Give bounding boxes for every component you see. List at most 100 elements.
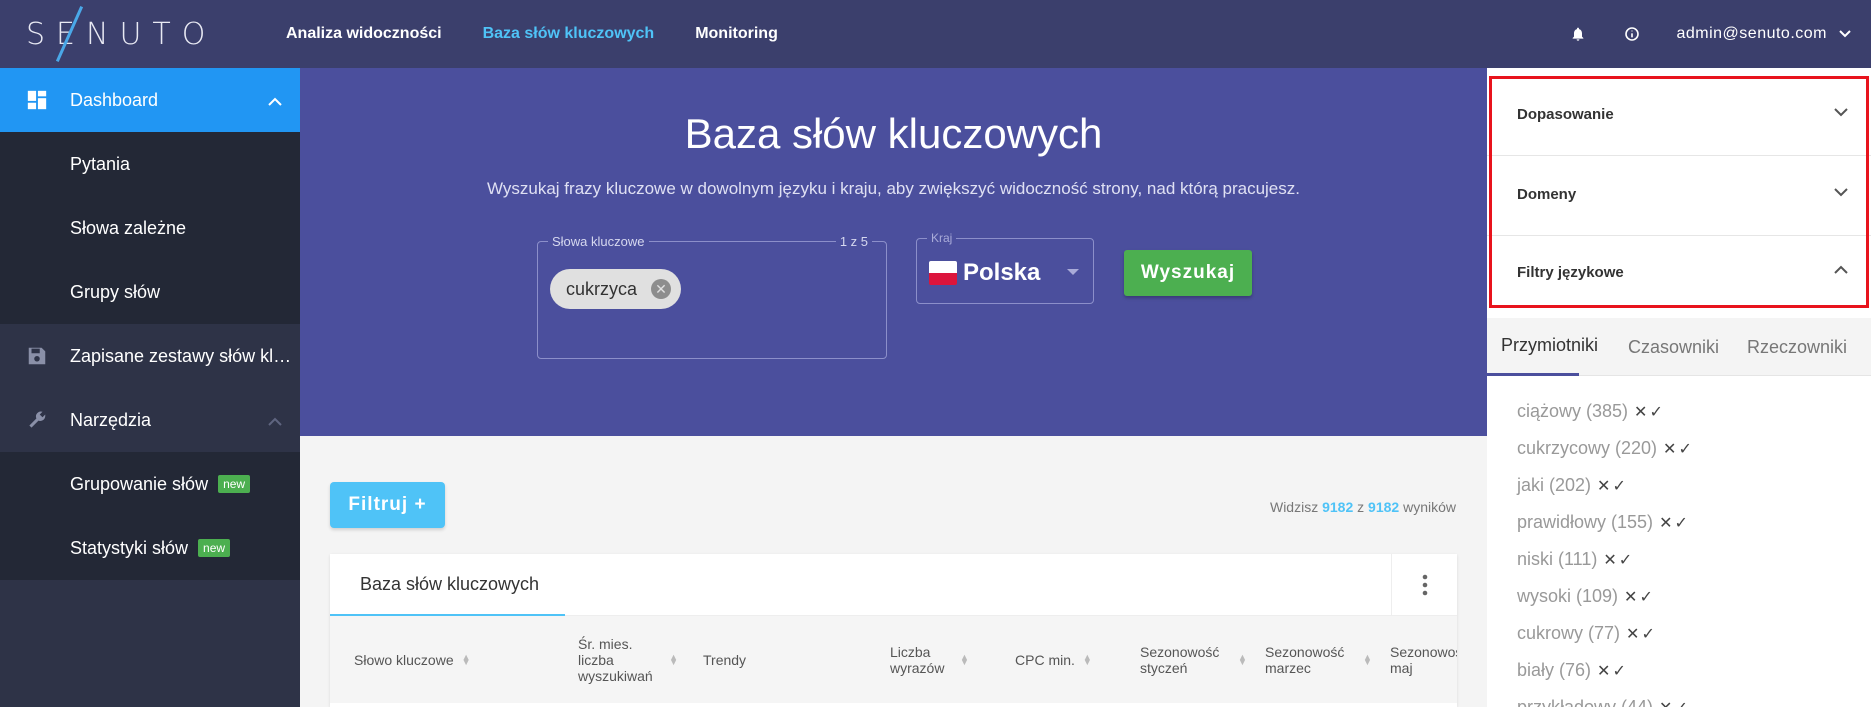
list-item: wysoki (109) ✕ ✓	[1487, 578, 1871, 615]
chevron-up-icon[interactable]	[268, 90, 282, 111]
user-account-menu[interactable]: admin@senuto.com	[1676, 25, 1827, 43]
filters-panel: Dopasowanie Domeny Filtry językowe Przym…	[1487, 68, 1871, 707]
column-label: Sezonowość marzec	[1265, 643, 1345, 676]
exclude-icon[interactable]: ✕	[1597, 661, 1610, 681]
new-badge: new	[198, 538, 231, 557]
search-hero: Baza słów kluczowych Wyszukaj frazy kluc…	[300, 68, 1487, 436]
exclude-icon[interactable]: ✕	[1663, 439, 1676, 459]
top-bar: SENUTO Analiza widoczności Baza słów klu…	[0, 0, 1871, 68]
nav-monitoring[interactable]: Monitoring	[695, 25, 778, 43]
country-label: Kraj	[927, 231, 957, 245]
include-icon[interactable]: ✓	[1649, 402, 1662, 422]
tab-baza-slow-kluczowych[interactable]: Baza słów kluczowych	[330, 554, 565, 616]
nav-analiza-widocznosci[interactable]: Analiza widoczności	[286, 25, 442, 43]
tab-label: Czasowniki	[1628, 336, 1720, 357]
sidebar-item-label: Statystyki słów new	[70, 538, 296, 559]
poland-flag-icon	[929, 261, 957, 285]
country-select[interactable]: Kraj Polska	[916, 231, 1094, 304]
column-label: Słowo kluczowe	[354, 651, 454, 668]
exclude-icon[interactable]: ✕	[1603, 550, 1616, 570]
include-icon[interactable]: ✓	[1639, 587, 1652, 607]
tab-label: Rzeczowniki	[1747, 336, 1848, 357]
column-header[interactable]: Sezonowość marzec ▲ ▼	[1265, 616, 1375, 703]
results-total: 9182	[1368, 499, 1400, 515]
results-prefix: Widzisz	[1269, 499, 1319, 515]
chevron-down-icon[interactable]	[1839, 27, 1851, 41]
sidebar-item-label: Grupowanie słów new	[70, 474, 296, 495]
list-item: cukrowy (77) ✕ ✓	[1487, 615, 1871, 652]
include-icon[interactable]: ✓	[1674, 698, 1687, 707]
exclude-icon[interactable]: ✕	[1626, 624, 1639, 644]
include-icon[interactable]: ✓	[1612, 476, 1625, 496]
column-label: Sezonowość styczeń	[1140, 643, 1220, 676]
sort-icon: ▲ ▼	[960, 651, 969, 667]
search-button[interactable]: Wyszukaj	[1124, 250, 1252, 296]
include-icon[interactable]: ✓	[1619, 550, 1632, 570]
keywords-label: Słowa kluczowe	[548, 234, 649, 249]
word-label: biały (76)	[1517, 660, 1592, 680]
language-filter-tabs: Przymiotniki Czasowniki Rzeczowniki	[1487, 318, 1871, 376]
column-header[interactable]: Sezonowość styczeń ▲ ▼	[1140, 616, 1250, 703]
sidebar-item-label: Pytania	[70, 153, 131, 174]
top-right-controls: admin@senuto.com	[1568, 0, 1871, 68]
sidebar-item-slowa-zalezne[interactable]: Słowa zależne	[0, 196, 300, 260]
include-icon[interactable]: ✓	[1674, 513, 1687, 533]
sort-icon: ▲ ▼	[1082, 651, 1092, 667]
tab-rzeczowniki[interactable]: Rzeczowniki	[1747, 318, 1847, 376]
sort-icon: ▲ ▼	[1238, 651, 1247, 667]
word-label: jaki (202)	[1517, 475, 1592, 495]
sort-icon: ▲ ▼	[461, 651, 471, 667]
sidebar-item-label: Zapisane zestawy słów kluczowych	[70, 345, 296, 366]
dashboard-icon	[26, 89, 48, 111]
list-item: prawidłowy (155) ✕ ✓	[1487, 504, 1871, 541]
filter-button[interactable]: Filtruj +	[330, 482, 445, 528]
sidebar-item-grupowanie-slow[interactable]: Grupowanie słów new	[0, 452, 300, 516]
column-header[interactable]: Liczba wyrazów ▲ ▼	[890, 616, 970, 703]
tab-czasowniki[interactable]: Czasowniki	[1628, 318, 1719, 376]
exclude-icon[interactable]: ✕	[1659, 513, 1672, 533]
sidebar-item-label: Dashboard	[70, 89, 159, 110]
column-header[interactable]: CPC min. ▲ ▼	[1015, 616, 1092, 703]
list-item: biały (76) ✕ ✓	[1487, 652, 1871, 689]
list-item: przykładowy (44) ✕✓	[1487, 689, 1871, 707]
sidebar-item-grupy-slow[interactable]: Grupy słów	[0, 260, 300, 324]
nav-baza-slow-kluczowych[interactable]: Baza słów kluczowych	[483, 25, 655, 43]
column-header[interactable]: Sezonowość maj	[1390, 616, 1457, 703]
table-header: Słowo kluczowe ▲ ▼ Śr. mies. liczba wyszuk…	[330, 616, 1457, 703]
info-icon[interactable]	[1622, 24, 1642, 44]
column-header[interactable]: Słowo kluczowe ▲ ▼	[354, 616, 471, 703]
list-item: ciążowy (385) ✕ ✓	[1487, 393, 1871, 430]
exclude-icon[interactable]: ✕	[1634, 402, 1647, 422]
bell-icon[interactable]	[1568, 24, 1588, 44]
wrench-icon	[26, 409, 48, 431]
include-icon[interactable]: ✓	[1678, 439, 1691, 459]
tab-przymiotniki[interactable]: Przymiotniki	[1487, 318, 1598, 376]
remove-chip-icon[interactable]: ✕	[651, 279, 672, 299]
page-subtitle: Wyszukaj frazy kluczowe w dowolnym język…	[487, 179, 1300, 198]
list-item: niski (111) ✕ ✓	[1487, 541, 1871, 578]
results-suffix: wyników	[1403, 499, 1456, 515]
sidebar-item-pytania[interactable]: Pytania	[0, 132, 300, 196]
more-vert-icon[interactable]	[1391, 554, 1457, 616]
exclude-icon[interactable]: ✕	[1597, 476, 1610, 496]
column-header[interactable]: Śr. mies. liczba wyszukiwań ▲ ▼	[578, 616, 678, 703]
include-icon[interactable]: ✓	[1612, 661, 1625, 681]
sidebar-item-text: Grupowanie słów	[70, 473, 209, 494]
main-nav: Analiza widoczności Baza słów kluczowych…	[286, 0, 819, 68]
word-label: cukrowy (77)	[1517, 623, 1621, 643]
senuto-logo[interactable]: SENUTO	[26, 6, 216, 62]
tab-label: Przymiotniki	[1501, 335, 1599, 355]
sidebar-item-zapisane-zestawy[interactable]: Zapisane zestawy słów kluczowych	[0, 324, 300, 388]
exclude-icon[interactable]: ✕	[1659, 698, 1672, 707]
sidebar-item-dashboard[interactable]: Dashboard	[0, 68, 300, 132]
word-label: prawidłowy (155)	[1517, 512, 1654, 532]
exclude-icon[interactable]: ✕	[1624, 587, 1637, 607]
include-icon[interactable]: ✓	[1641, 624, 1654, 644]
caret-down-icon	[1067, 269, 1079, 275]
keywords-input[interactable]: Słowa kluczowe 1 z 5 cukrzyca ✕	[537, 234, 887, 359]
page-title: Baza słów kluczowych	[684, 110, 1103, 157]
chevron-up-icon[interactable]	[268, 410, 282, 431]
sidebar-item-statystyki-slow[interactable]: Statystyki słów new	[0, 516, 300, 580]
keyword-chip[interactable]: cukrzyca ✕	[550, 269, 682, 309]
sidebar-item-narzedzia[interactable]: Narzędzia	[0, 388, 300, 452]
